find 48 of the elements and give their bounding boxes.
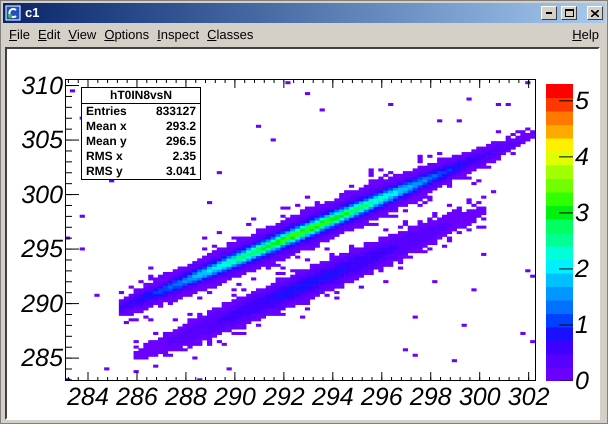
y-tick-label: 300: [21, 182, 63, 208]
maximize-button[interactable]: [561, 6, 577, 20]
scale-tick-label: 0: [575, 369, 589, 394]
minimize-button[interactable]: [541, 6, 557, 20]
stat-name: Mean y: [86, 134, 127, 149]
x-tick-label: 292: [262, 385, 306, 410]
stat-name: Mean x: [86, 119, 127, 134]
x-tick-label: 290: [212, 385, 257, 410]
menu-item[interactable]: File: [5, 25, 34, 45]
stat-name: RMS y: [86, 164, 123, 179]
scale-tick-label: 2: [575, 256, 589, 282]
x-tick-label: 296: [360, 385, 404, 410]
x-tick-label: 286: [115, 385, 159, 410]
maximize-icon: [564, 9, 574, 17]
app-icon: [5, 5, 21, 21]
x-tick-label: 284: [66, 385, 110, 410]
y-tick-label: 290: [21, 292, 63, 317]
y-tick-label: 285: [21, 346, 63, 372]
close-button[interactable]: [587, 6, 603, 20]
menu-item[interactable]: Classes: [203, 25, 258, 45]
x-tick-label: 300: [458, 385, 502, 410]
menu-item[interactable]: Inspect: [153, 25, 204, 45]
y-tick-label: 295: [21, 237, 63, 262]
close-icon: [591, 10, 599, 16]
stat-name: Entries: [86, 104, 127, 119]
stat-value: 293.2: [166, 119, 196, 134]
x-tick-label: 294: [310, 385, 355, 410]
stat-value: 2.35: [172, 149, 196, 164]
minimize-icon: [546, 12, 552, 14]
stat-value: 3.041: [166, 164, 196, 179]
menu-item[interactable]: Edit: [34, 25, 64, 45]
scale-tick-label: 1: [575, 312, 589, 338]
stats-title: hT0IN8vsN: [82, 88, 200, 104]
window-title: c1: [25, 4, 40, 22]
scale-tick-label: 4: [575, 144, 589, 170]
x-tick-label: 298: [408, 385, 453, 410]
menu-item[interactable]: View: [64, 25, 100, 45]
scale-tick-label: 5: [575, 88, 589, 114]
x-tick-label: 302: [506, 385, 550, 410]
stat-value: 833127: [156, 104, 196, 119]
menu-item[interactable]: Help: [568, 25, 603, 45]
y-tick-label: 310: [21, 74, 63, 99]
stat-name: RMS x: [86, 149, 123, 164]
scale-tick-label: 3: [575, 200, 589, 226]
x-tick-label: 288: [164, 385, 208, 410]
stat-value: 296.5: [166, 134, 196, 149]
y-tick-label: 305: [21, 128, 63, 154]
menu-item[interactable]: Options: [100, 25, 154, 45]
